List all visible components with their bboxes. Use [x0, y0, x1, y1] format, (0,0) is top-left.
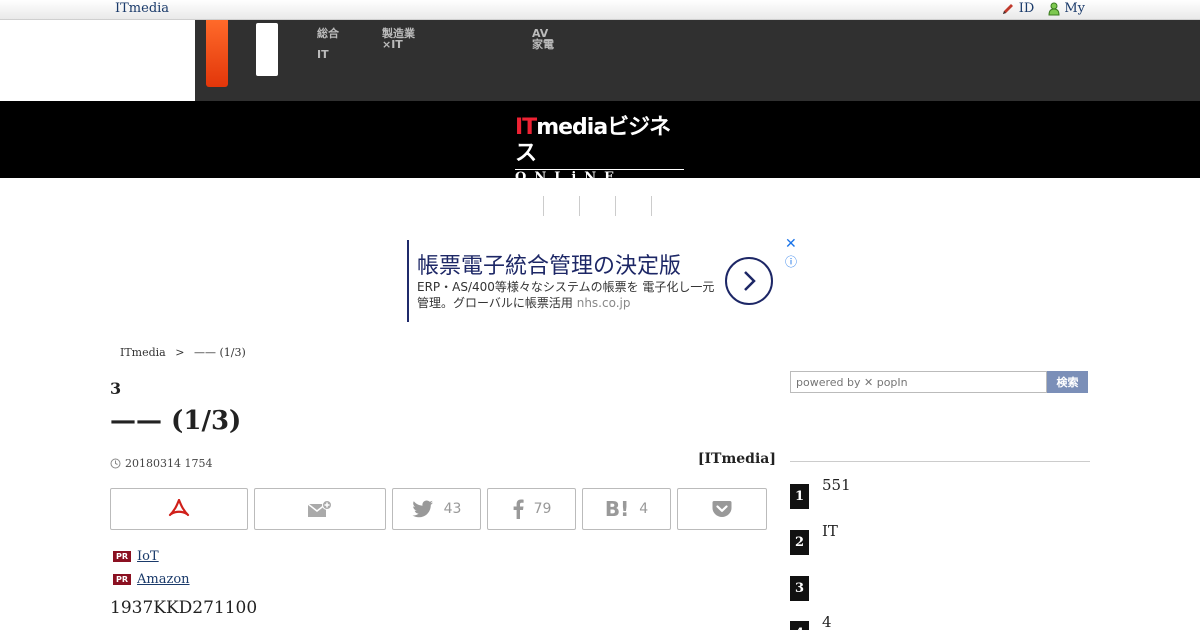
breadcrumb-home[interactable]: ITmedia: [120, 346, 166, 359]
ad-close-icon[interactable]: ✕: [785, 236, 797, 252]
breadcrumb: ITmedia > —— (1/3): [120, 346, 246, 359]
ranking-item[interactable]: 4 4: [790, 613, 832, 630]
hatena-count: 4: [639, 501, 649, 517]
facebook-count: 79: [533, 501, 552, 517]
subnav-separator: [615, 196, 616, 216]
article-body-text: 1937KKD271100: [110, 598, 258, 618]
mail-button[interactable]: [254, 488, 386, 530]
my-page-link[interactable]: My: [1048, 1, 1085, 16]
facebook-share-button[interactable]: 79: [487, 488, 576, 530]
nav-logo-area: [0, 20, 195, 101]
clock-icon: [110, 458, 121, 469]
ad-info-icon[interactable]: ⓘ: [785, 253, 797, 270]
nav-tab-white[interactable]: [256, 23, 278, 76]
sidebar-divider: [790, 461, 1090, 462]
itmedia-id-link[interactable]: ID: [1001, 1, 1035, 16]
twitter-count: 43: [443, 501, 462, 517]
ad-body: ERP・AS/400等様々なシステムの帳票を 電子化し一元管理。グローバルに帳票…: [417, 280, 715, 310]
itmedia-business-online-logo[interactable]: ITmediaビジネス ONLiNE: [515, 115, 690, 187]
subnav-separator: [651, 196, 652, 216]
breadcrumb-separator: >: [175, 346, 185, 359]
pr-link-item: PR IoT: [113, 549, 187, 564]
hatena-bookmark-icon: B!: [604, 497, 630, 521]
article-byline: [ITmedia]: [697, 451, 776, 467]
pdf-icon: [168, 499, 190, 517]
hatena-bookmark-button[interactable]: B! 4: [582, 488, 671, 530]
itmedia-home-link[interactable]: ITmedia: [115, 1, 169, 16]
twitter-share-button[interactable]: 43: [392, 488, 481, 530]
pr-link-iot[interactable]: IoT: [137, 549, 187, 564]
logo-band: ITmediaビジネス ONLiNE: [0, 101, 1200, 187]
ranking-item[interactable]: 2 IT: [790, 522, 838, 555]
itmedia-id-label: ID: [1018, 1, 1035, 16]
pr-link-amazon[interactable]: Amazon: [137, 572, 218, 587]
search-input[interactable]: [790, 371, 1047, 393]
article-kicker: 3: [110, 379, 122, 398]
logo-it: IT: [515, 115, 537, 140]
search-button[interactable]: 検索: [1047, 371, 1088, 393]
chevron-right-icon: [744, 271, 756, 291]
top-bar: ITmedia ID My: [0, 0, 1200, 20]
pr-badge: PR: [113, 574, 132, 585]
nav-item-general[interactable]: 総合 IT: [317, 28, 339, 60]
nav-item-av[interactable]: AV 家電: [532, 28, 554, 50]
pocket-button[interactable]: [677, 488, 767, 530]
ranking-title: IT: [822, 522, 838, 540]
subnav-separator: [543, 196, 544, 216]
ad-domain: nhs.co.jp: [576, 296, 631, 310]
ranking-title: 4: [822, 613, 832, 630]
ranking-number: 3: [790, 576, 809, 601]
nav-tab-business-online[interactable]: [206, 20, 228, 87]
nav-item-manufacturing[interactable]: 製造業 ×IT: [382, 28, 415, 50]
ranking-item[interactable]: 3: [790, 576, 822, 601]
mail-plus-icon: [307, 500, 332, 517]
pocket-icon: [712, 501, 732, 517]
ranking-number: 2: [790, 530, 809, 555]
pr-badge: PR: [113, 551, 132, 562]
breadcrumb-current: —— (1/3): [193, 346, 246, 359]
pr-link-item: PR Amazon: [113, 572, 218, 587]
site-nav-band: 総合 IT 製造業 ×IT AV 家電: [0, 20, 1200, 101]
twitter-icon: [411, 500, 433, 518]
ranking-number: 1: [790, 484, 809, 509]
logo-sub: ONLiNE: [515, 170, 684, 187]
ad-open-button[interactable]: [725, 257, 773, 305]
ad-banner[interactable]: 帳票電子統合管理の決定版 ERP・AS/400等様々なシステムの帳票を 電子化し…: [407, 236, 797, 322]
article-date: 20180314 1754: [110, 457, 212, 470]
user-icon: [1048, 2, 1060, 15]
article-title: —— (1/3): [110, 406, 242, 436]
site-search: 検索: [790, 371, 1088, 393]
pencil-icon: [1002, 3, 1013, 14]
subnav-separator: [579, 196, 580, 216]
facebook-icon: [513, 499, 524, 519]
pdf-button[interactable]: [110, 488, 248, 530]
ranking-item[interactable]: 1 551: [790, 476, 851, 509]
account-links: ID My: [1001, 1, 1085, 16]
logo-main: mediaビジネス: [515, 115, 671, 166]
my-page-label: My: [1064, 1, 1085, 16]
ranking-title: 551: [822, 476, 851, 494]
ad-headline: 帳票電子統合管理の決定版: [417, 254, 682, 279]
ranking-number: 4: [790, 621, 809, 630]
